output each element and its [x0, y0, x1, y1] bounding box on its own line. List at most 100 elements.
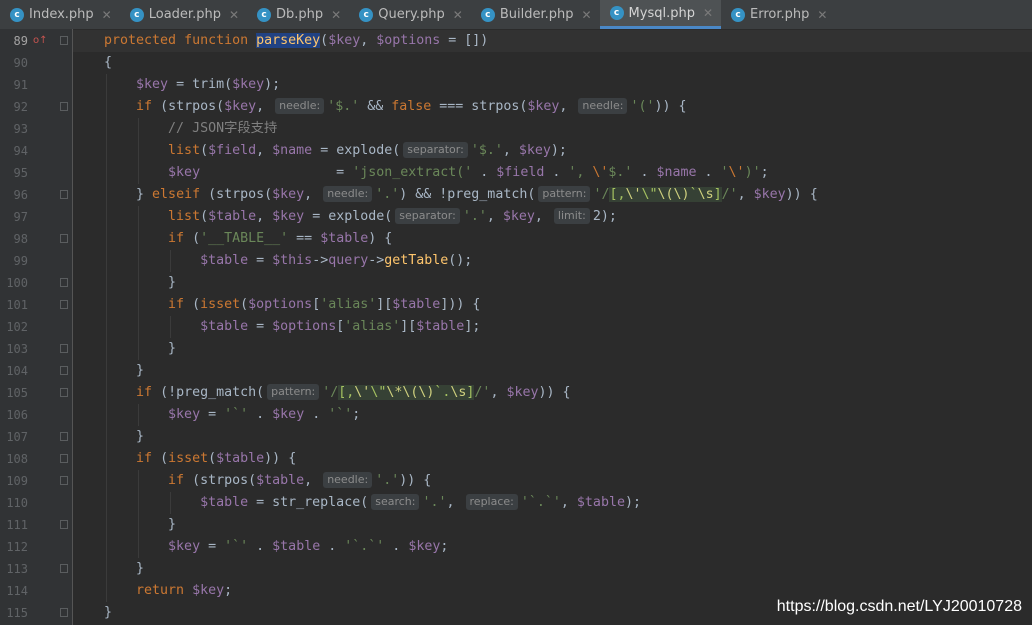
code-text[interactable]: if ('__TABLE__' == $table) { [104, 228, 392, 250]
line-number[interactable]: 114 [0, 580, 28, 602]
fold-marker-icon[interactable] [60, 454, 68, 463]
fold-marker-icon[interactable] [60, 102, 68, 111]
close-icon[interactable]: ✕ [817, 8, 827, 22]
line-number[interactable]: 100 [0, 272, 28, 294]
code-line[interactable]: 95 $key = 'json_extract(' . $field . ', … [0, 162, 1032, 184]
code-text[interactable]: protected function parseKey($key, $optio… [104, 30, 488, 52]
code-text[interactable]: } [104, 360, 144, 382]
close-icon[interactable]: ✕ [102, 8, 112, 22]
fold-marker-icon[interactable] [60, 190, 68, 199]
line-number[interactable]: 103 [0, 338, 28, 360]
line-number[interactable]: 109 [0, 470, 28, 492]
tab-error-php[interactable]: c Error.php ✕ [721, 0, 835, 29]
code-text[interactable]: } [104, 338, 176, 360]
code-line[interactable]: 108 if (isset($table)) { [0, 448, 1032, 470]
tab-db-php[interactable]: c Db.php ✕ [247, 0, 349, 29]
code-text[interactable]: if (strpos($table, needle: '.')) { [104, 470, 431, 492]
code-text[interactable]: if (!preg_match(pattern: '/[,\'\"\*\(\)`.… [104, 382, 571, 404]
line-number[interactable]: 106 [0, 404, 28, 426]
tab-mysql-php[interactable]: c Mysql.php ✕ [599, 0, 722, 29]
fold-marker-icon[interactable] [60, 564, 68, 573]
fold-marker-icon[interactable] [60, 388, 68, 397]
line-number[interactable]: 92 [0, 96, 28, 118]
code-text[interactable]: list($table, $key = explode(separator: '.… [104, 206, 617, 228]
code-line[interactable]: 102 $table = $options['alias'][$table]; [0, 316, 1032, 338]
code-line[interactable]: 93 // JSON字段支持 [0, 118, 1032, 140]
code-line[interactable]: 89 o↑ protected function parseKey($key, $o… [0, 30, 1032, 52]
line-number[interactable]: 104 [0, 360, 28, 382]
code-line[interactable]: 94 list($field, $name = explode(separato… [0, 140, 1032, 162]
code-text[interactable]: $key = 'json_extract(' . $field . ', \'$… [104, 162, 769, 184]
code-line[interactable]: 90 { [0, 52, 1032, 74]
code-text[interactable]: $key = '`' . $key . '`'; [104, 404, 360, 426]
code-text[interactable]: $table = $options['alias'][$table]; [104, 316, 480, 338]
close-icon[interactable]: ✕ [703, 6, 713, 20]
line-number[interactable]: 90 [0, 52, 28, 74]
close-icon[interactable]: ✕ [581, 8, 591, 22]
tab-builder-php[interactable]: c Builder.php ✕ [471, 0, 600, 29]
code-line[interactable]: 110 $table = str_replace(search: '.', rep… [0, 492, 1032, 514]
code-line[interactable]: 98 if ('__TABLE__' == $table) { [0, 228, 1032, 250]
code-text[interactable]: return $key; [104, 580, 232, 602]
close-icon[interactable]: ✕ [229, 8, 239, 22]
fold-marker-icon[interactable] [60, 520, 68, 529]
line-number[interactable]: 98 [0, 228, 28, 250]
line-number[interactable]: 105 [0, 382, 28, 404]
line-number[interactable]: 107 [0, 426, 28, 448]
code-line[interactable]: 91 $key = trim($key); [0, 74, 1032, 96]
code-line[interactable]: 92 if (strpos($key, needle: '$.' && false… [0, 96, 1032, 118]
tab-loader-php[interactable]: c Loader.php ✕ [120, 0, 247, 29]
tab-query-php[interactable]: c Query.php ✕ [349, 0, 471, 29]
tab-index-php[interactable]: c Index.php ✕ [0, 0, 120, 29]
fold-marker-icon[interactable] [60, 234, 68, 243]
code-text[interactable]: $key = '`' . $table . '`.`' . $key; [104, 536, 448, 558]
fold-marker-icon[interactable] [60, 608, 68, 617]
code-line[interactable]: 96 } elseif (strpos($key, needle: '.') &&… [0, 184, 1032, 206]
fold-marker-icon[interactable] [60, 476, 68, 485]
line-number[interactable]: 102 [0, 316, 28, 338]
code-text[interactable]: $table = $this->query->getTable(); [104, 250, 472, 272]
code-text[interactable]: if (strpos($key, needle: '$.' && false ==… [104, 96, 687, 118]
code-line[interactable]: 112 $key = '`' . $table . '`.`' . $key; [0, 536, 1032, 558]
line-number[interactable]: 112 [0, 536, 28, 558]
code-text[interactable]: } elseif (strpos($key, needle: '.') && !p… [104, 184, 818, 206]
code-text[interactable]: } [104, 426, 144, 448]
code-line[interactable]: 101 if (isset($options['alias'][$table])… [0, 294, 1032, 316]
line-number[interactable]: 113 [0, 558, 28, 580]
code-line[interactable]: 105 if (!preg_match(pattern: '/[,\'\"\*\(… [0, 382, 1032, 404]
code-line[interactable]: 100 } [0, 272, 1032, 294]
fold-marker-icon[interactable] [60, 278, 68, 287]
code-text[interactable]: // JSON字段支持 [104, 118, 277, 140]
code-text[interactable]: if (isset($table)) { [104, 448, 296, 470]
fold-marker-icon[interactable] [60, 344, 68, 353]
line-number[interactable]: 115 [0, 602, 28, 624]
close-icon[interactable]: ✕ [331, 8, 341, 22]
line-number[interactable]: 101 [0, 294, 28, 316]
code-line[interactable]: 111 } [0, 514, 1032, 536]
code-line[interactable]: 103 } [0, 338, 1032, 360]
line-number[interactable]: 111 [0, 514, 28, 536]
fold-marker-icon[interactable] [60, 432, 68, 441]
code-text[interactable]: $table = str_replace(search: '.', replace… [104, 492, 641, 514]
line-number[interactable]: 89 [0, 30, 28, 52]
line-number[interactable]: 110 [0, 492, 28, 514]
fold-marker-icon[interactable] [60, 36, 68, 45]
code-text[interactable]: } [104, 272, 176, 294]
line-number[interactable]: 95 [0, 162, 28, 184]
code-line[interactable]: 99 $table = $this->query->getTable(); [0, 250, 1032, 272]
code-line[interactable]: 106 $key = '`' . $key . '`'; [0, 404, 1032, 426]
code-editor[interactable]: 89 o↑ protected function parseKey($key, $o… [0, 29, 1032, 625]
code-line[interactable]: 107 } [0, 426, 1032, 448]
close-icon[interactable]: ✕ [453, 8, 463, 22]
fold-marker-icon[interactable] [60, 366, 68, 375]
fold-marker-icon[interactable] [60, 300, 68, 309]
line-number[interactable]: 99 [0, 250, 28, 272]
line-number[interactable]: 94 [0, 140, 28, 162]
code-text[interactable]: { [104, 52, 112, 74]
code-text[interactable]: } [104, 558, 144, 580]
code-line[interactable]: 113 } [0, 558, 1032, 580]
code-text[interactable]: list($field, $name = explode(separator: '… [104, 140, 567, 162]
line-number[interactable]: 108 [0, 448, 28, 470]
code-line[interactable]: 104 } [0, 360, 1032, 382]
code-line[interactable]: 97 list($table, $key = explode(separator… [0, 206, 1032, 228]
